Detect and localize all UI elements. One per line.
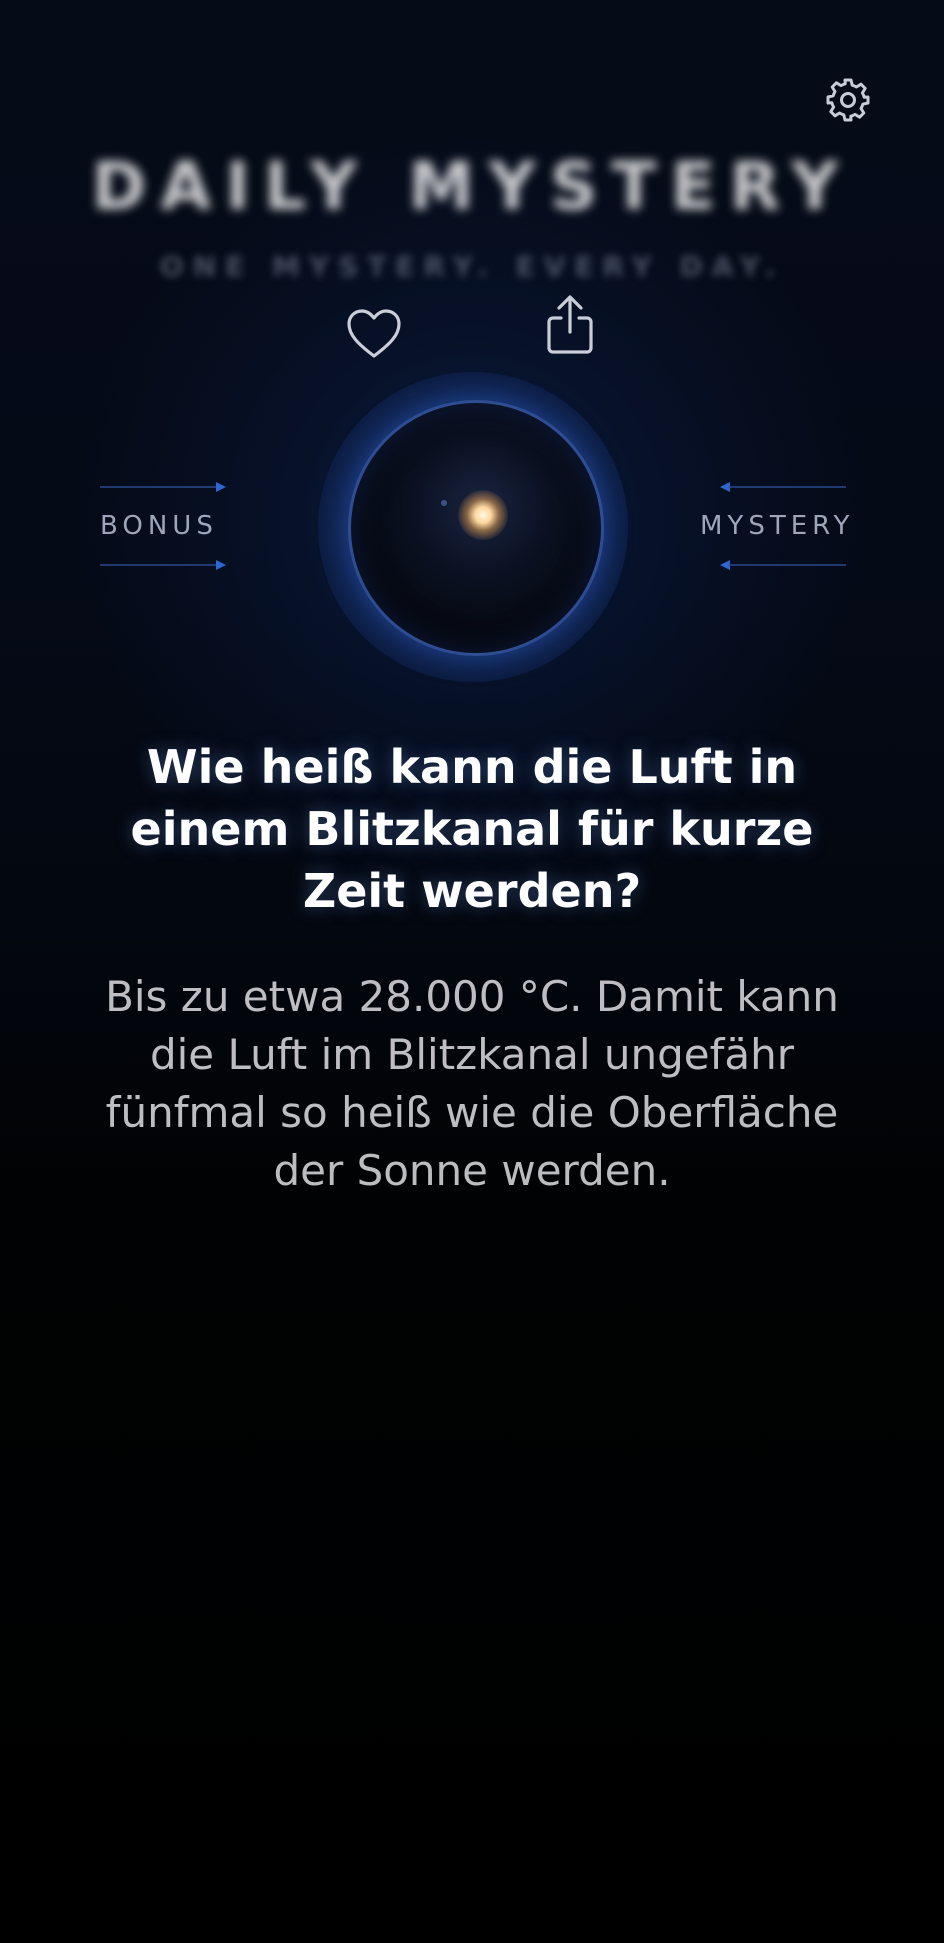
gear-icon[interactable] xyxy=(824,76,872,124)
app-tagline: ONE MYSTERY. EVERY DAY. xyxy=(159,250,785,283)
heart-icon[interactable] xyxy=(346,308,402,360)
mystery-arrow-bottom-icon xyxy=(720,560,846,570)
mystery-label[interactable]: MYSTERY xyxy=(700,511,854,541)
share-icon[interactable] xyxy=(544,294,596,356)
mystery-arrow-top-icon xyxy=(720,482,846,492)
app-title: DAILY MYSTERY xyxy=(91,148,853,225)
answer-text: Bis zu etwa 28.000 °C. Damit kann die Lu… xyxy=(105,972,839,1195)
orb-spark xyxy=(441,500,447,506)
bonus-arrow-bottom-icon xyxy=(100,560,226,570)
question-text: Wie heiß kann die Luft in einem Blitzkan… xyxy=(130,740,814,918)
orb-light xyxy=(458,490,508,540)
bonus-label[interactable]: BONUS xyxy=(100,511,218,541)
bonus-arrow-top-icon xyxy=(100,482,226,492)
